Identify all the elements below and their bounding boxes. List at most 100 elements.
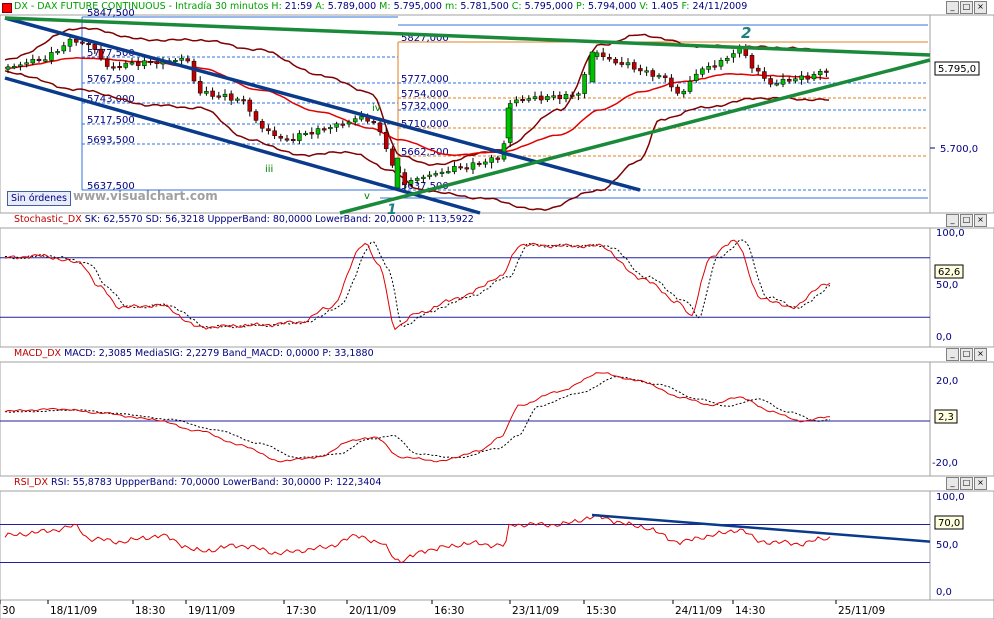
- candle-body: [346, 121, 352, 125]
- candle-body: [284, 138, 290, 141]
- wave-label: v: [364, 191, 370, 202]
- fib-level-label: 5693,500: [87, 135, 135, 146]
- x-axis-label: 30: [2, 605, 15, 617]
- x-axis-label: 24/11/09: [675, 605, 722, 617]
- candle-body: [520, 99, 525, 102]
- candle-body: [687, 80, 693, 92]
- candle-body: [724, 57, 730, 61]
- stochastic-plot-area: [0, 227, 931, 348]
- candle-body: [371, 121, 377, 124]
- candle-body: [402, 172, 408, 185]
- candle-body: [476, 162, 482, 165]
- orders-status-button[interactable]: Sin órdenes: [7, 191, 71, 206]
- candle-body: [749, 55, 755, 69]
- fib-level-label: 5847,500: [87, 8, 135, 19]
- fib-level-label: 5732,000: [401, 101, 449, 112]
- candle-body: [92, 43, 98, 50]
- candle-body: [669, 77, 674, 88]
- candle-body: [394, 157, 401, 189]
- candle-body: [644, 70, 649, 73]
- price-y-axis: [929, 14, 994, 214]
- candle-body: [762, 71, 767, 79]
- candle-body: [458, 166, 463, 169]
- candle-body: [272, 130, 277, 136]
- stochastic-y-tick: 0,0: [936, 332, 952, 343]
- fib-level-label: 5777,000: [401, 74, 449, 85]
- candle-body: [464, 167, 470, 170]
- x-axis-label: 16:30: [434, 605, 464, 617]
- candle-body: [799, 75, 804, 80]
- candle-body: [129, 62, 135, 65]
- candle-body: [439, 171, 445, 174]
- candle-body: [780, 78, 786, 85]
- candle-body: [433, 173, 439, 176]
- candle-body: [383, 131, 389, 149]
- chart-canvas[interactable]: 5847,5005777,5005767,5005743,0005717,500…: [0, 0, 994, 619]
- candle-body: [179, 57, 184, 61]
- rsi-y-tick: 50,0: [936, 540, 958, 551]
- candle-body: [805, 75, 811, 80]
- rsi-y-tick: 100,0: [936, 492, 965, 503]
- candle-body: [532, 96, 538, 100]
- candle-body: [589, 51, 596, 83]
- macd-last-value: 2,3: [938, 412, 954, 423]
- candle-body: [24, 62, 29, 65]
- candle-body: [334, 123, 339, 128]
- candle-body: [30, 58, 36, 64]
- candle-body: [235, 98, 240, 101]
- candle-body: [377, 122, 383, 132]
- candle-body: [470, 162, 476, 170]
- candle-body: [98, 48, 104, 60]
- candle-body: [204, 91, 209, 94]
- candle-body: [706, 66, 711, 70]
- candle-body: [445, 171, 451, 174]
- candle-body: [755, 67, 761, 72]
- candle-body: [290, 138, 296, 141]
- candle-body: [594, 52, 600, 57]
- stochastic-last-value: 62,6: [938, 267, 960, 278]
- candle-body: [712, 65, 718, 68]
- candle-body: [67, 38, 73, 47]
- fib-level-label: 5767,500: [87, 74, 135, 85]
- candle-body: [278, 136, 284, 139]
- candle-body: [266, 128, 271, 132]
- candle-body: [563, 94, 569, 100]
- candle-body: [303, 132, 308, 135]
- wave-label: iii: [265, 164, 273, 175]
- candle-body: [700, 68, 705, 75]
- candle-body: [5, 66, 11, 70]
- candle-body: [80, 41, 85, 44]
- candle-body: [154, 61, 160, 64]
- candle-body: [638, 68, 643, 72]
- candle-body: [352, 118, 358, 123]
- candle-body: [613, 58, 618, 64]
- fib-level-label: 5754,000: [401, 89, 449, 100]
- candle-body: [452, 166, 457, 172]
- macd-y-tick: 20,0: [936, 376, 958, 387]
- x-axis-label: 20/11/09: [349, 605, 396, 617]
- candle-body: [390, 148, 395, 166]
- candle-body: [768, 78, 773, 85]
- x-axis-label: 23/11/09: [512, 605, 559, 617]
- candle-body: [514, 99, 519, 104]
- candle-body: [36, 58, 42, 61]
- fib-level-label: 5717,500: [87, 115, 135, 126]
- chart-window: DX - DAX FUTURE CONTINUOUS - Intradía 30…: [0, 0, 994, 619]
- candle-body: [49, 52, 54, 61]
- candle-body: [505, 107, 512, 139]
- candle-body: [148, 61, 153, 64]
- candle-body: [86, 43, 91, 46]
- candle-body: [216, 95, 222, 98]
- candle-body: [73, 38, 79, 43]
- candle-body: [61, 45, 67, 52]
- candle-body: [142, 60, 147, 67]
- candle-body: [545, 96, 550, 100]
- candle-body: [185, 58, 191, 62]
- candle-body: [582, 74, 587, 94]
- candle-body: [408, 180, 414, 185]
- candle-body: [414, 178, 420, 181]
- price-plot-area: [0, 14, 931, 214]
- candle-body: [173, 60, 178, 63]
- watermark-text: www.visualchart.com: [73, 189, 218, 203]
- x-axis-label: 19/11/09: [188, 605, 235, 617]
